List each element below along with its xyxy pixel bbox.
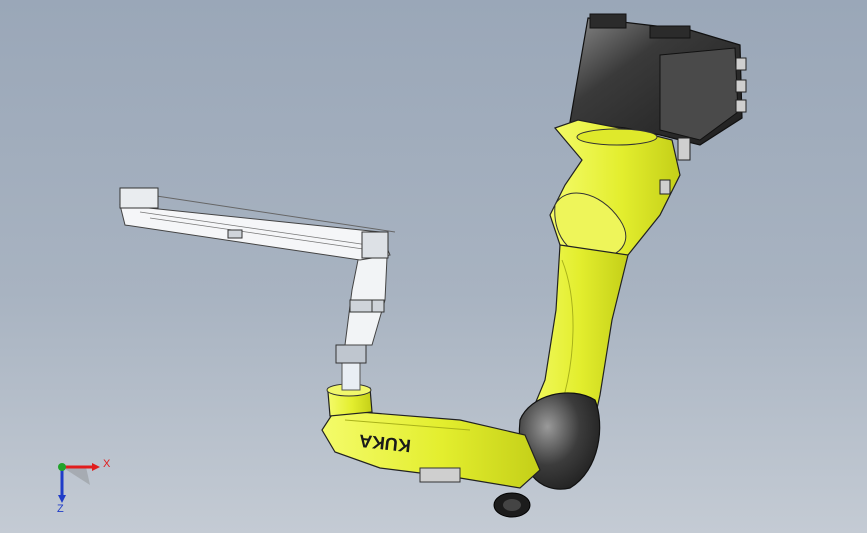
axis-triad <box>58 463 100 503</box>
robot-wrist <box>326 344 373 417</box>
robot-model-scene[interactable]: KUKA <box>0 0 867 533</box>
x-axis-head <box>92 463 100 471</box>
y-axis-dot <box>58 463 66 471</box>
z-axis-head <box>58 495 66 503</box>
z-axis-label: Z <box>57 503 64 515</box>
cad-viewport[interactable]: KUKA X Z <box>0 0 867 533</box>
x-axis-label: X <box>103 458 111 470</box>
gripper-tool-frame <box>119 187 396 346</box>
robot-forearm: KUKA <box>321 409 541 489</box>
robot-shoulder-link <box>549 119 681 263</box>
